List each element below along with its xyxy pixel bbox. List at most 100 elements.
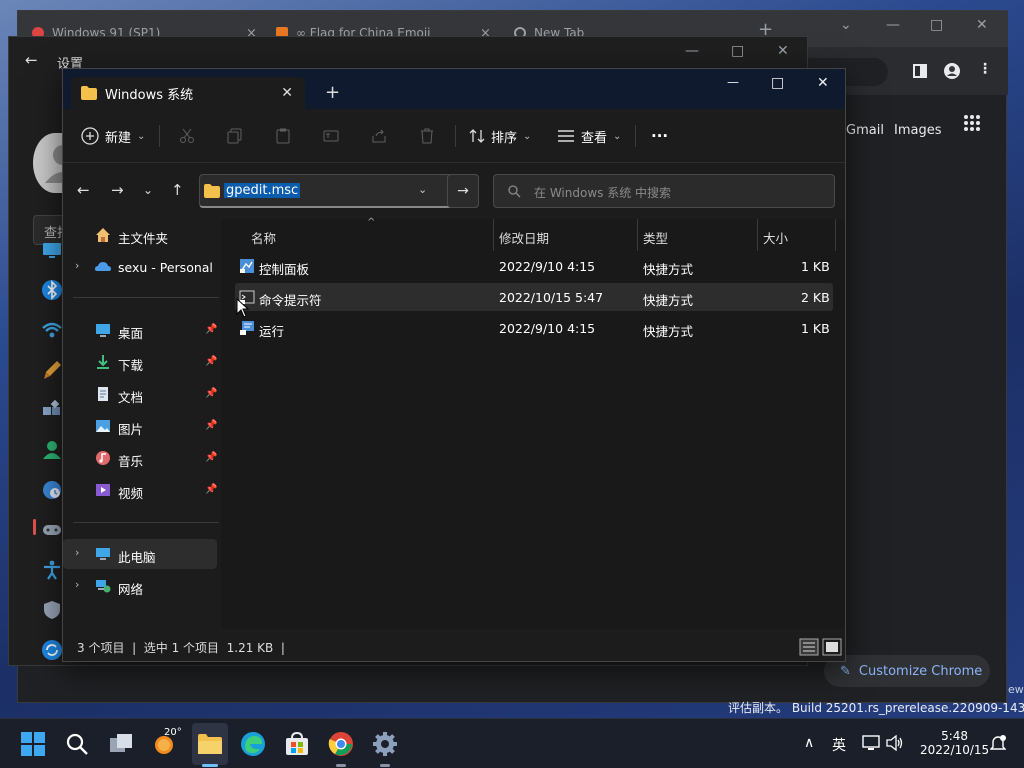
time-language-icon[interactable] [41, 479, 63, 501]
input-language-indicator[interactable]: 英 [832, 735, 846, 755]
cut-button[interactable] [179, 121, 195, 151]
chrome-maximize-button[interactable]: □ [930, 17, 943, 33]
rename-button[interactable] [323, 121, 339, 151]
weather-temperature: 20° [164, 727, 182, 738]
notification-icon[interactable] [990, 735, 1006, 751]
settings-maximize-button[interactable]: □ [731, 43, 744, 59]
pin-icon: 📌 [205, 484, 218, 495]
view-button[interactable]: 查看 ⌄ [557, 121, 621, 151]
microsoft-store-icon[interactable] [284, 731, 310, 757]
delete-button[interactable] [419, 121, 435, 151]
more-options-button[interactable]: ··· [651, 121, 668, 151]
share-button[interactable] [371, 121, 387, 151]
nav-item-downloads[interactable]: 下载 📌 [63, 347, 217, 377]
expand-chevron-icon[interactable]: › [75, 578, 79, 591]
gaming-icon[interactable] [41, 519, 63, 541]
network-status-icon[interactable] [862, 735, 880, 751]
clock[interactable]: 5:48 2022/10/15 [920, 729, 989, 757]
explorer-minimize-button[interactable]: — [727, 75, 739, 89]
chrome-menu-icon[interactable]: ⋮ [978, 61, 992, 77]
new-button[interactable]: 新建 ⌄ [81, 121, 145, 151]
scissors-icon [180, 128, 194, 143]
column-header-name[interactable]: 名称 [251, 228, 276, 247]
gmail-link[interactable]: Gmail [846, 123, 884, 138]
explorer-close-button[interactable]: ✕ [817, 75, 829, 91]
chrome-tab-search-icon[interactable]: ⌄ [840, 17, 852, 33]
pencil-icon: ✎ [840, 663, 851, 679]
chrome-minimize-button[interactable]: — [886, 17, 900, 33]
task-view-icon[interactable] [108, 731, 134, 757]
settings-close-button[interactable]: ✕ [777, 43, 789, 59]
accessibility-icon[interactable] [41, 559, 63, 581]
explorer-maximize-button[interactable]: □ [771, 75, 784, 91]
nav-item-onedrive[interactable]: › sexu - Personal [63, 252, 217, 282]
settings-gear-icon[interactable] [372, 731, 398, 757]
nav-item-desktop[interactable]: 桌面 📌 [63, 315, 217, 345]
nav-item-pictures[interactable]: 图片 📌 [63, 411, 217, 441]
nav-item-videos[interactable]: 视频 📌 [63, 475, 217, 505]
file-row[interactable]: 运行 2022/9/10 4:15 快捷方式 1 KB [235, 314, 833, 342]
apps-grid-icon[interactable] [964, 115, 980, 131]
chrome-close-button[interactable]: ✕ [976, 17, 988, 33]
expand-chevron-icon[interactable]: › [75, 546, 79, 559]
address-input[interactable]: gpedit.msc [224, 183, 301, 198]
column-divider[interactable] [493, 219, 494, 251]
column-header-type[interactable]: 类型 [643, 228, 668, 247]
settings-minimize-button[interactable]: — [685, 43, 699, 59]
address-dropdown-icon[interactable]: ⌄ [418, 183, 427, 196]
nav-item-this-pc[interactable]: › 此电脑 [63, 539, 217, 569]
windows-update-icon[interactable] [41, 639, 63, 661]
privacy-security-icon[interactable] [41, 599, 63, 621]
settings-back-button[interactable]: ← [25, 51, 38, 69]
chrome-profile-icon[interactable] [944, 63, 960, 79]
apps-icon[interactable] [41, 399, 63, 421]
nav-item-documents[interactable]: 文档 📌 [63, 379, 217, 409]
column-divider[interactable] [637, 219, 638, 251]
up-button[interactable]: ↑ [171, 181, 184, 199]
nav-item-home[interactable]: 主文件夹 [63, 220, 217, 250]
file-explorer-icon[interactable] [197, 731, 223, 757]
system-icon[interactable] [41, 239, 63, 261]
nav-item-network[interactable]: › 网络 [63, 571, 217, 601]
explorer-tab-bar: Windows 系统 ✕ + — □ ✕ [63, 69, 845, 109]
copy-button[interactable] [227, 121, 243, 151]
personalization-icon[interactable] [41, 359, 63, 381]
share-icon [372, 129, 386, 143]
copy-icon [227, 128, 242, 144]
volume-icon[interactable] [886, 735, 904, 751]
explorer-new-tab-button[interactable]: + [325, 82, 340, 103]
chrome-browser-icon[interactable] [328, 731, 354, 757]
bluetooth-icon[interactable] [41, 279, 63, 301]
file-row-selected[interactable]: 命令提示符 2022/10/15 5:47 快捷方式 2 KB [235, 283, 833, 311]
address-go-button[interactable]: → [447, 174, 479, 208]
edge-browser-icon[interactable] [240, 731, 266, 757]
column-divider[interactable] [757, 219, 758, 251]
images-link[interactable]: Images [894, 123, 942, 138]
recent-locations-button[interactable]: ⌄ [143, 183, 153, 197]
network-icon[interactable] [41, 319, 63, 341]
sort-button[interactable]: 排序 ⌄ [469, 121, 531, 151]
file-row[interactable]: 控制面板 2022/9/10 4:15 快捷方式 1 KB [235, 252, 833, 280]
column-header-modified[interactable]: 修改日期 [499, 228, 549, 247]
address-bar[interactable]: gpedit.msc ⌄ [199, 174, 479, 208]
customize-chrome-button[interactable]: ✎ Customize Chrome [824, 655, 990, 687]
tray-overflow-chevron-icon[interactable]: ∧ [804, 735, 814, 751]
back-button[interactable]: ← [77, 181, 90, 199]
details-view-icon[interactable] [799, 638, 819, 656]
accounts-icon[interactable] [41, 439, 63, 461]
file-name: 控制面板 [259, 262, 310, 277]
view-chevron-icon: ⌄ [613, 130, 622, 142]
start-button-icon[interactable] [20, 731, 46, 757]
forward-button[interactable]: → [111, 181, 124, 199]
explorer-tab[interactable]: Windows 系统 ✕ [71, 77, 305, 109]
chrome-sidepanel-icon[interactable] [913, 64, 927, 78]
nav-item-music[interactable]: 音乐 📌 [63, 443, 217, 473]
paste-button[interactable] [275, 121, 291, 151]
explorer-tab-close-icon[interactable]: ✕ [281, 85, 293, 101]
expand-chevron-icon[interactable]: › [75, 259, 79, 272]
search-icon[interactable] [64, 731, 90, 757]
search-box[interactable]: 在 Windows 系统 中搜索 [493, 174, 835, 208]
column-header-size[interactable]: 大小 [763, 228, 788, 247]
column-divider[interactable] [835, 219, 836, 251]
large-icons-view-icon[interactable] [822, 638, 842, 656]
